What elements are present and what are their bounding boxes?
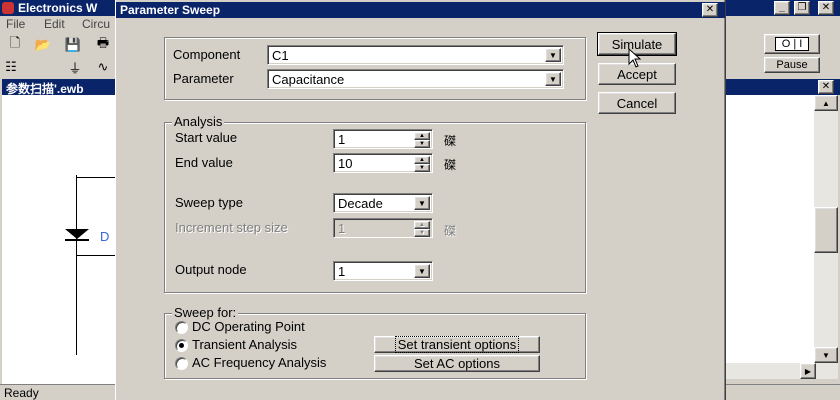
output-node-value: 1 <box>338 263 346 279</box>
spinner[interactable]: ▲ ▼ <box>414 156 430 172</box>
diode-bar <box>65 239 89 241</box>
vertical-scrollbar[interactable]: ▲ ▼ <box>814 95 838 363</box>
circuit-canvas-right[interactable] <box>726 95 814 363</box>
sweep-type-label: Sweep type <box>175 195 243 210</box>
increment-step-value: 1 <box>338 220 346 236</box>
radio-ac-frequency-analysis[interactable] <box>175 357 188 370</box>
scroll-down-icon[interactable]: ▼ <box>814 347 838 363</box>
chevron-down-icon[interactable]: ▼ <box>414 196 430 210</box>
sweep-for-legend: Sweep for: <box>172 305 239 320</box>
save-icon[interactable]: 💾 <box>62 35 84 55</box>
spin-down-icon[interactable]: ▼ <box>414 164 430 172</box>
scroll-right-icon[interactable]: ▶ <box>800 363 816 379</box>
component-select[interactable]: C1 ▼ <box>267 45 564 65</box>
component-label: Component <box>173 47 241 62</box>
menu-bar: File Edit Circu <box>0 16 120 32</box>
spin-up-icon[interactable]: ▲ <box>414 156 430 164</box>
output-node-label: Output node <box>175 262 247 277</box>
sweep-type-select[interactable]: Decade ▼ <box>333 193 433 213</box>
cancel-label: Cancel <box>616 95 658 111</box>
set-ac-options-label: Set AC options <box>414 356 500 371</box>
analysis-legend: Analysis <box>172 114 225 129</box>
component-select-value: C1 <box>272 47 289 63</box>
source-icon[interactable]: ∿ <box>92 57 114 77</box>
print-icon[interactable]: 🖶 <box>92 35 114 55</box>
scroll-thumb[interactable] <box>814 207 838 253</box>
end-unit: 磔 <box>444 158 457 172</box>
scroll-up-icon[interactable]: ▲ <box>814 95 838 111</box>
set-transient-options-label: Set transient options <box>394 336 520 353</box>
set-ac-options-button[interactable]: Set AC options <box>374 355 540 372</box>
spinner[interactable]: ▲ ▼ <box>414 132 430 148</box>
horizontal-scrollbar[interactable]: ▶ <box>726 363 838 379</box>
end-value: 10 <box>338 155 353 171</box>
spin-down-icon: ▼ <box>414 229 430 237</box>
parameter-label: Parameter <box>173 71 234 86</box>
app-icon <box>2 2 14 14</box>
new-icon[interactable]: 🗋 <box>4 35 26 55</box>
start-unit: 磔 <box>444 134 457 148</box>
spin-up-icon: ▲ <box>414 221 430 229</box>
chevron-down-icon[interactable]: ▼ <box>414 264 430 278</box>
pause-label: Pause <box>776 59 808 71</box>
document-close-icon[interactable]: ✕ <box>818 80 834 94</box>
open-icon[interactable]: 📂 <box>32 35 54 55</box>
ground-icon[interactable]: ⏚ <box>64 57 86 77</box>
start-value-input[interactable]: 1 ▲ ▼ <box>333 129 433 149</box>
wire <box>76 175 77 355</box>
increment-unit: 磔 <box>444 224 457 238</box>
parameter-sweep-dialog: Parameter Sweep ✕ Component C1 ▼ Paramet… <box>115 0 726 400</box>
diode-icon[interactable] <box>65 229 89 239</box>
circuit-canvas[interactable]: D <box>2 95 118 385</box>
menu-edit[interactable]: Edit <box>44 17 65 31</box>
dialog-title: Parameter Sweep <box>120 3 221 17</box>
parameter-select-value: Capacitance <box>272 71 345 87</box>
component-label: D <box>100 229 110 244</box>
radio-dc-operating-point[interactable] <box>175 321 188 334</box>
mouse-cursor-icon <box>628 48 642 68</box>
restore-icon[interactable]: ❐ <box>794 1 810 15</box>
spin-up-icon[interactable]: ▲ <box>414 132 430 140</box>
parameter-select[interactable]: Capacitance ▼ <box>267 69 564 89</box>
dialog-close-icon[interactable]: ✕ <box>702 3 718 17</box>
ac-frequency-analysis-label[interactable]: AC Frequency Analysis <box>192 355 326 370</box>
parts-bin-icon[interactable]: ☷ <box>0 57 22 77</box>
minimize-icon[interactable]: _ <box>774 1 790 15</box>
close-icon[interactable]: ✕ <box>818 1 834 15</box>
pause-button[interactable]: Pause <box>764 57 820 73</box>
spinner: ▲ ▼ <box>414 221 430 237</box>
app-title: Electronics W <box>18 1 98 15</box>
document-title-bar: 参数扫描'.ewb <box>2 79 118 96</box>
end-value-input[interactable]: 10 ▲ ▼ <box>333 153 433 173</box>
transient-analysis-label[interactable]: Transient Analysis <box>192 337 297 352</box>
set-transient-options-button[interactable]: Set transient options <box>374 336 540 353</box>
chevron-down-icon[interactable]: ▼ <box>545 48 561 62</box>
radio-transient-analysis[interactable] <box>175 339 188 352</box>
sweep-type-value: Decade <box>338 195 383 211</box>
end-value-label: End value <box>175 155 233 170</box>
wire <box>76 255 118 256</box>
increment-step-label: Increment step size <box>175 220 288 235</box>
power-switch[interactable]: O | I <box>764 34 820 54</box>
output-node-select[interactable]: 1 ▼ <box>333 261 433 281</box>
power-switch-label: O | I <box>774 37 810 51</box>
spin-down-icon[interactable]: ▼ <box>414 140 430 148</box>
menu-circuit[interactable]: Circu <box>82 17 110 31</box>
increment-step-input: 1 ▲ ▼ <box>333 218 433 238</box>
status-text: Ready <box>4 386 39 400</box>
menu-file[interactable]: File <box>6 17 25 31</box>
chevron-down-icon[interactable]: ▼ <box>545 72 561 86</box>
start-value: 1 <box>338 131 346 147</box>
start-value-label: Start value <box>175 130 238 145</box>
dc-operating-point-label[interactable]: DC Operating Point <box>192 319 305 334</box>
cancel-button[interactable]: Cancel <box>598 92 676 114</box>
dialog-title-bar: Parameter Sweep ✕ <box>116 2 725 18</box>
wire <box>76 177 118 178</box>
